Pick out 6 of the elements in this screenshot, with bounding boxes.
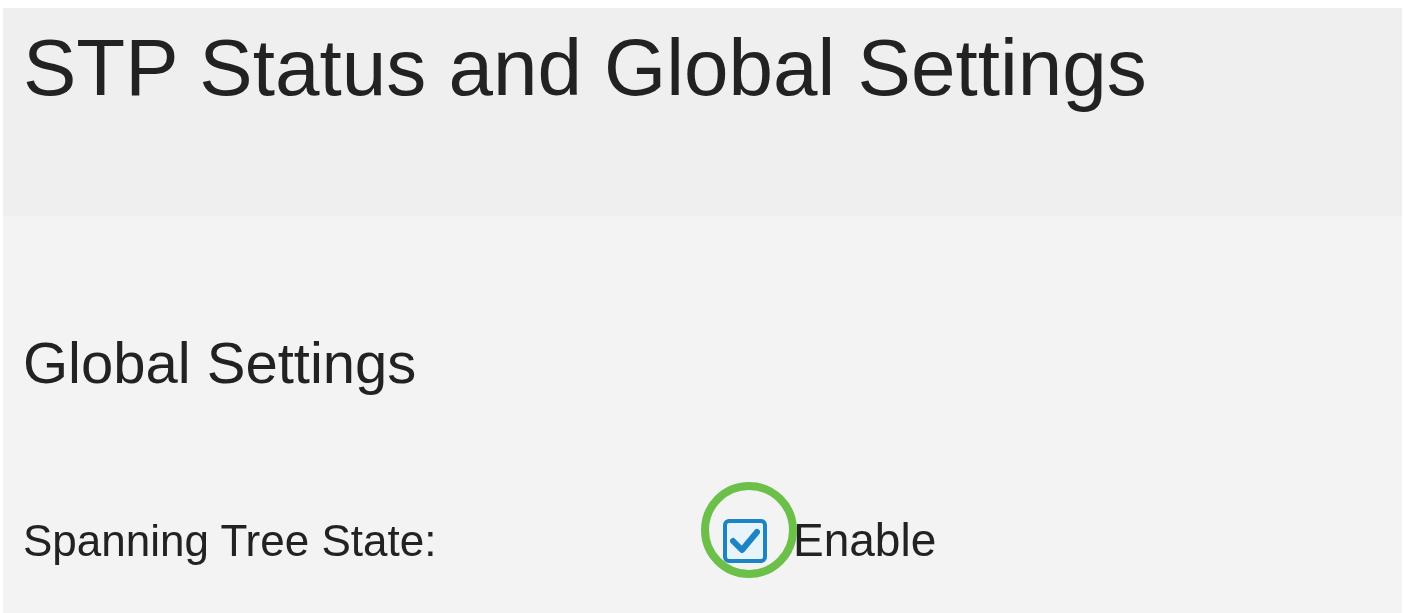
page-title: STP Status and Global Settings: [23, 22, 1148, 114]
section-title: Global Settings: [23, 329, 418, 397]
check-icon: [730, 527, 760, 554]
checkbox-label: Enable: [793, 513, 937, 568]
setting-label: Spanning Tree State:: [23, 514, 438, 567]
checkbox[interactable]: [723, 518, 767, 563]
